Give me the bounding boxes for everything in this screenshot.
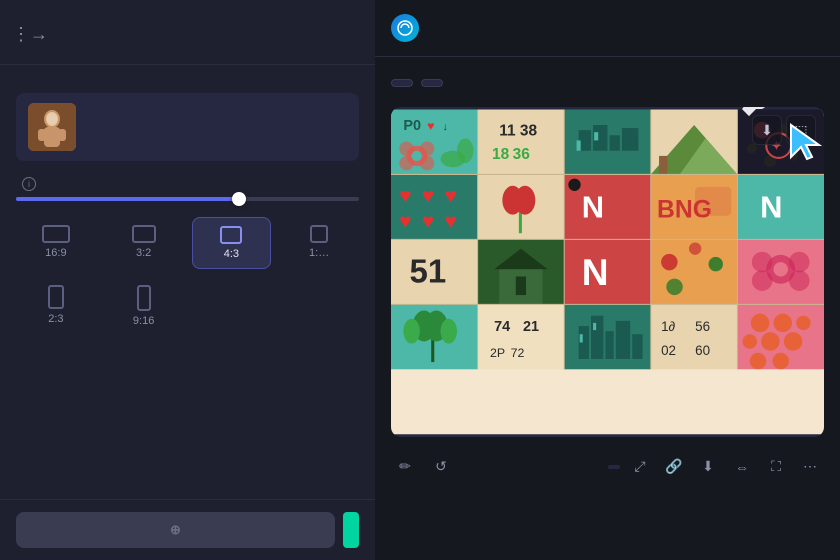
svg-text:1∂: 1∂: [661, 319, 675, 334]
svg-text:N: N: [582, 190, 604, 225]
bingo-image: P0 ♥ ↓ 11 38 18 36: [391, 107, 824, 437]
svg-text:38: 38: [520, 122, 538, 139]
ratio-item-1-1[interactable]: 1:…: [279, 217, 359, 269]
svg-text:02: 02: [661, 343, 676, 358]
svg-text:♥: ♥: [422, 210, 434, 233]
ratio-item-3-2[interactable]: 3:2: [104, 217, 184, 269]
svg-text:♥: ♥: [445, 210, 457, 233]
svg-text:♥: ♥: [399, 184, 411, 207]
ratio-grid: 16:9 3:2 4:3 1:…: [16, 217, 359, 269]
toolbar-left: ✏ ↺: [391, 453, 455, 481]
generated-image-wrapper: P0 ♥ ↓ 11 38 18 36: [391, 107, 824, 437]
svg-text:18: 18: [492, 146, 510, 163]
share-icon[interactable]: ⇔: [728, 453, 756, 481]
svg-text:56: 56: [695, 319, 710, 334]
model-card[interactable]: [16, 93, 359, 161]
ratio-box-2-3: [48, 285, 64, 309]
frame-icon[interactable]: ⛶: [762, 453, 790, 481]
subtlety-row: i: [16, 177, 359, 191]
svg-text:72: 72: [511, 346, 525, 360]
sidebar-toggle-icon[interactable]: ⋮→: [16, 20, 44, 48]
ratio-item-16-9[interactable]: 16:9: [16, 217, 96, 269]
ratio-box-16-9: [42, 225, 70, 243]
toolbar-right: ⤢ 🔗 ⬇ ⇔ ⛶ ⋯: [608, 453, 824, 481]
chat-header: [375, 0, 840, 57]
svg-text:51: 51: [410, 253, 447, 290]
subtlety-slider[interactable]: [16, 197, 359, 201]
tags-row: [391, 79, 824, 87]
try-free-badge[interactable]: [343, 512, 359, 548]
svg-text:21: 21: [523, 319, 539, 335]
refresh-icon[interactable]: ↺: [427, 453, 455, 481]
info-icon: i: [22, 177, 36, 191]
cursor-pointer: [785, 121, 824, 165]
generate-bar: ⊕: [0, 499, 375, 560]
hd-badge: [608, 465, 620, 469]
left-content: i 16:9 3:2 4:3 1:…: [0, 65, 375, 351]
svg-text:P0: P0: [403, 118, 421, 134]
left-header: ⋮→: [0, 0, 375, 65]
ratio-box-1-1: [310, 225, 328, 243]
svg-text:11: 11: [499, 122, 516, 139]
svg-text:N: N: [582, 251, 609, 293]
ratio-box-9-16: [137, 285, 151, 311]
svg-text:↓: ↓: [443, 122, 448, 133]
download-tooltip: [742, 107, 766, 109]
slider-fill: [16, 197, 239, 201]
ratio-item-2-3[interactable]: 2:3: [16, 277, 96, 335]
ratio-text-1-1: 1:…: [309, 247, 329, 259]
tag-ratio: [421, 79, 443, 87]
svg-text:60: 60: [695, 343, 710, 358]
chat-content: [375, 57, 840, 107]
ratio-text-2-3: 2:3: [48, 313, 63, 325]
ratio-text-16-9: 16:9: [45, 247, 66, 259]
svg-text:♥: ♥: [422, 184, 434, 207]
ratio-text-4-3: 4:3: [224, 248, 239, 260]
tag-model: [391, 79, 413, 87]
ratio-text-3-2: 3:2: [136, 247, 151, 259]
expand-icon[interactable]: ⤢: [626, 453, 654, 481]
left-panel: ⋮→: [0, 0, 375, 560]
svg-text:♥: ♥: [427, 119, 434, 133]
svg-text:74: 74: [494, 319, 510, 335]
ratio-item-9-16[interactable]: 9:16: [104, 277, 184, 335]
svg-text:36: 36: [513, 146, 531, 163]
svg-text:2P: 2P: [490, 346, 505, 360]
ratio-box-3-2: [132, 225, 156, 243]
ratio-box-4-3: [220, 226, 242, 244]
download-icon-button[interactable]: ⬇: [752, 115, 782, 145]
download-toolbar-icon[interactable]: ⬇: [694, 453, 722, 481]
edit-icon[interactable]: ✏: [391, 453, 419, 481]
svg-text:♥: ♥: [445, 184, 457, 207]
svg-text:♥: ♥: [399, 210, 411, 233]
right-panel: P0 ♥ ↓ 11 38 18 36: [375, 0, 840, 560]
generate-icon: ⊕: [170, 522, 181, 538]
generate-button[interactable]: ⊕: [16, 512, 335, 548]
svg-text:N: N: [760, 190, 782, 225]
ratio-text-9-16: 9:16: [133, 315, 154, 327]
model-thumbnail: [28, 103, 76, 151]
ratio-grid-2: 2:3 9:16: [16, 277, 359, 335]
slider-thumb: [232, 192, 246, 206]
more-icon[interactable]: ⋯: [796, 453, 824, 481]
link-icon[interactable]: 🔗: [660, 453, 688, 481]
ratio-item-4-3[interactable]: 4:3: [192, 217, 272, 269]
image-toolbar: ✏ ↺ ⤢ 🔗 ⬇ ⇔ ⛶ ⋯: [375, 445, 840, 489]
app-icon: [391, 14, 419, 42]
